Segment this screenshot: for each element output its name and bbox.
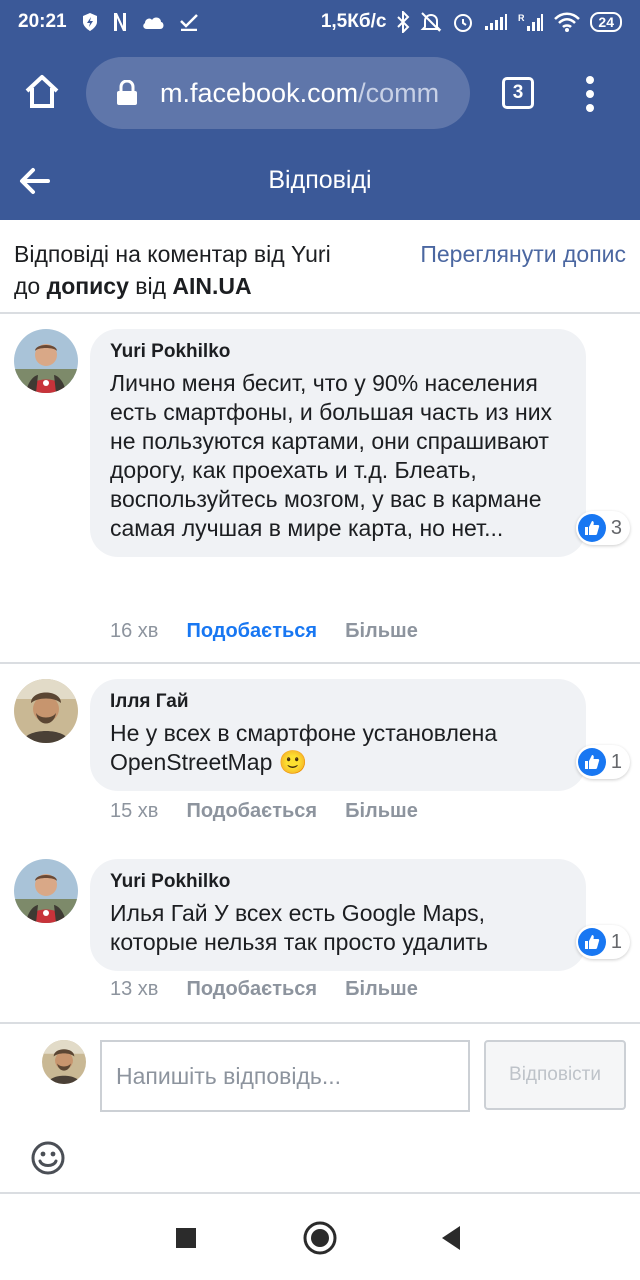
status-time: 20:21 (18, 11, 67, 32)
more-vert-icon[interactable] (578, 74, 602, 114)
context-mid: від (128, 273, 173, 299)
like-button[interactable]: Подобається (186, 620, 317, 643)
signal-icon (485, 14, 508, 30)
reaction-count: 1 (610, 930, 622, 953)
thumbs-up-icon (577, 928, 606, 956)
reaction-count: 1 (610, 750, 622, 773)
url-path: /comm (358, 77, 440, 108)
home-icon[interactable] (22, 72, 62, 112)
comment-bubble: Yuri Pokhilko Илья Гай У всех есть Googl… (90, 859, 630, 971)
lock-icon (117, 80, 137, 105)
like-button[interactable]: Подобається (186, 800, 317, 823)
comment-author[interactable]: Yuri Pokhilko (110, 341, 566, 363)
comment-author[interactable]: Ілля Гай (110, 691, 566, 713)
back-nav-icon[interactable] (434, 1220, 470, 1256)
post-link[interactable]: допису (47, 273, 129, 299)
emoji-icon[interactable] (30, 1140, 66, 1176)
battery-indicator: 24 (590, 12, 622, 32)
wifi-icon (554, 12, 581, 32)
view-post-link[interactable]: Переглянути допис (420, 238, 626, 270)
reply-button[interactable]: Відповісти (484, 1040, 626, 1110)
netflix-icon (113, 13, 126, 31)
comment-actions: 16 хв Подобається Більше (110, 620, 418, 643)
comment-time: 15 хв (110, 800, 159, 822)
cloud-icon (142, 17, 164, 29)
more-button[interactable]: Більше (345, 620, 418, 643)
alarm-icon (454, 14, 473, 32)
network-speed: 1,5Кб/с (320, 11, 387, 32)
svg-text:R: R (518, 13, 525, 23)
check-icon (179, 14, 198, 31)
comment-text: Лично меня бесит, что у 90% населения ес… (110, 370, 553, 541)
mute-bell-icon (421, 12, 442, 32)
comment-bubble: Yuri Pokhilko Лично меня бесит, что у 90… (90, 329, 630, 557)
comment-actions: 15 хв Подобається Більше (110, 800, 418, 823)
current-user-avatar (42, 1040, 86, 1084)
thumbs-up-icon (577, 748, 606, 776)
comment-actions: 13 хв Подобається Більше (110, 978, 418, 1001)
comment-author[interactable]: Yuri Pokhilko (110, 871, 566, 893)
avatar[interactable] (14, 329, 78, 393)
more-button[interactable]: Більше (345, 800, 418, 823)
bluetooth-icon (397, 11, 410, 33)
shield-icon (82, 13, 97, 31)
comment-text: Илья Гай У всех есть Google Maps, которы… (110, 900, 488, 955)
divider (0, 662, 640, 664)
thumbs-up-icon (577, 514, 606, 542)
page-link[interactable]: AIN.UA (172, 273, 251, 299)
reaction-count: 3 (610, 516, 622, 539)
context-line1: Відповіді на коментар від Yuri (14, 241, 331, 267)
home-nav-icon[interactable] (302, 1220, 338, 1256)
comment-time: 16 хв (110, 620, 159, 642)
system-nav-bar (0, 1196, 640, 1280)
context-prefix: до (14, 273, 47, 299)
avatar[interactable] (14, 679, 78, 743)
page-header: Відповіді (0, 142, 640, 220)
comment-text: Не у всех в смартфоне установлена OpenSt… (110, 720, 498, 775)
recents-icon[interactable] (168, 1220, 204, 1256)
more-button[interactable]: Більше (345, 978, 418, 1001)
status-bar: 20:21 1,5Кб/с R 24 (0, 0, 640, 44)
like-button[interactable]: Подобається (186, 978, 317, 1001)
roaming-signal-icon: R (518, 13, 544, 31)
comment-bubble: Ілля Гай Не у всех в смартфоне установле… (90, 679, 630, 791)
reply-context: Відповіді на коментар від Yuri до допису… (0, 220, 640, 314)
reaction-badge[interactable]: 1 (575, 745, 630, 779)
comment-time: 13 хв (110, 978, 159, 1000)
address-bar[interactable]: m.facebook.com/comm (86, 57, 470, 129)
avatar[interactable] (14, 859, 78, 923)
reaction-badge[interactable]: 1 (575, 925, 630, 959)
url-host: m.facebook.com (160, 77, 359, 108)
browser-toolbar: m.facebook.com/comm 3 (0, 44, 640, 142)
reply-composer: Напишіть відповідь... Відповісти (0, 1022, 640, 1194)
reaction-badge[interactable]: 3 (575, 511, 630, 545)
page-title: Відповіді (268, 166, 372, 194)
context-text: Відповіді на коментар від Yuri до допису… (14, 238, 384, 302)
reply-input[interactable]: Напишіть відповідь... (100, 1040, 470, 1112)
tab-switcher-button[interactable]: 3 (502, 77, 534, 109)
